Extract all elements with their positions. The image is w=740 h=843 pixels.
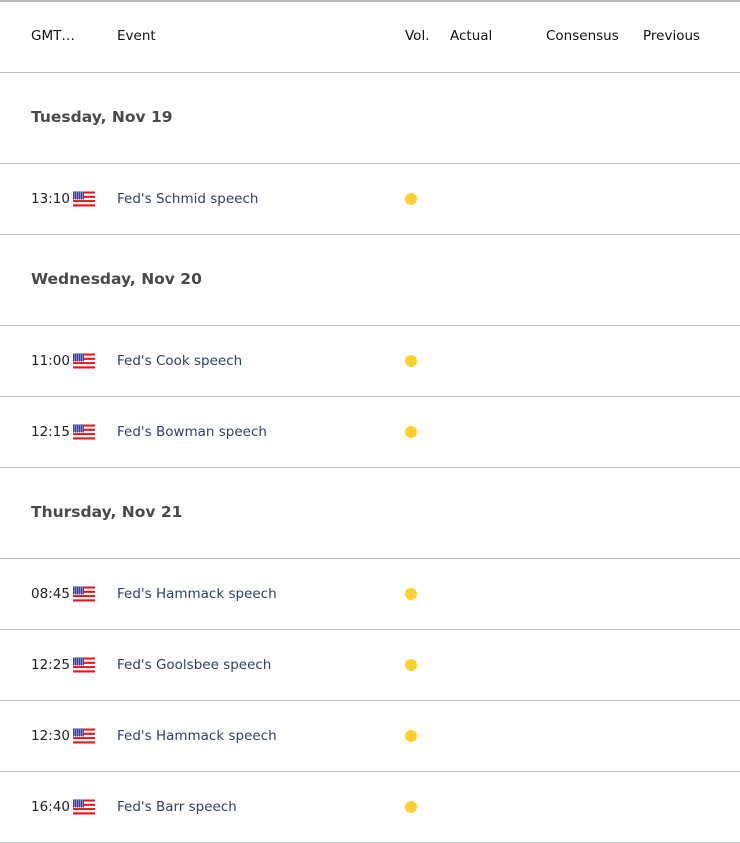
volatility-low-icon bbox=[405, 801, 417, 813]
volatility-low-icon bbox=[405, 659, 417, 671]
event-row[interactable]: 12:15 Fed's Bowman speech bbox=[0, 397, 740, 468]
column-header-consensus: Consensus bbox=[546, 28, 619, 44]
event-name[interactable]: Fed's Barr speech bbox=[117, 799, 237, 815]
event-row[interactable]: 08:45 Fed's Hammack speech bbox=[0, 559, 740, 630]
volatility-low-icon bbox=[405, 426, 417, 438]
volatility-low-icon bbox=[405, 193, 417, 205]
day-label: Thursday, Nov 21 bbox=[31, 503, 183, 521]
day-label: Wednesday, Nov 20 bbox=[31, 270, 202, 288]
us-flag-icon bbox=[73, 424, 95, 440]
event-time: 16:40 bbox=[31, 799, 70, 815]
us-flag-icon bbox=[73, 353, 95, 369]
event-time: 11:00 bbox=[31, 353, 70, 369]
event-name[interactable]: Fed's Hammack speech bbox=[117, 728, 277, 744]
day-label: Tuesday, Nov 19 bbox=[31, 108, 173, 126]
event-time: 12:15 bbox=[31, 424, 70, 440]
day-group-header: Tuesday, Nov 19 bbox=[0, 73, 740, 164]
event-time: 08:45 bbox=[31, 586, 70, 602]
event-name[interactable]: Fed's Schmid speech bbox=[117, 191, 258, 207]
us-flag-icon bbox=[73, 728, 95, 744]
column-header-gmt[interactable]: GMT… bbox=[31, 28, 75, 44]
event-row[interactable]: 12:25 Fed's Goolsbee speech bbox=[0, 630, 740, 701]
us-flag-icon bbox=[73, 191, 95, 207]
event-time: 13:10 bbox=[31, 191, 70, 207]
us-flag-icon bbox=[73, 586, 95, 602]
day-group-header: Wednesday, Nov 20 bbox=[0, 235, 740, 326]
event-row[interactable]: 12:30 Fed's Hammack speech bbox=[0, 701, 740, 772]
us-flag-icon bbox=[73, 799, 95, 815]
column-header-actual: Actual bbox=[450, 28, 493, 44]
event-name[interactable]: Fed's Hammack speech bbox=[117, 586, 277, 602]
event-time: 12:30 bbox=[31, 728, 70, 744]
volatility-low-icon bbox=[405, 588, 417, 600]
table-header: GMT… Event Vol. Actual Consensus Previou… bbox=[0, 2, 740, 73]
event-row[interactable]: 11:00 Fed's Cook speech bbox=[0, 326, 740, 397]
event-time: 12:25 bbox=[31, 657, 70, 673]
event-name[interactable]: Fed's Bowman speech bbox=[117, 424, 267, 440]
event-name[interactable]: Fed's Cook speech bbox=[117, 353, 242, 369]
event-row[interactable]: 16:40 Fed's Barr speech bbox=[0, 772, 740, 843]
column-header-volatility: Vol. bbox=[405, 28, 430, 44]
volatility-low-icon bbox=[405, 355, 417, 367]
column-header-previous: Previous bbox=[643, 28, 701, 44]
economic-calendar-table: GMT… Event Vol. Actual Consensus Previou… bbox=[0, 0, 740, 843]
volatility-low-icon bbox=[405, 730, 417, 742]
event-name[interactable]: Fed's Goolsbee speech bbox=[117, 657, 271, 673]
us-flag-icon bbox=[73, 657, 95, 673]
column-header-event: Event bbox=[117, 28, 156, 44]
day-group-header: Thursday, Nov 21 bbox=[0, 468, 740, 559]
event-row[interactable]: 13:10 Fed's Schmid speech bbox=[0, 164, 740, 235]
